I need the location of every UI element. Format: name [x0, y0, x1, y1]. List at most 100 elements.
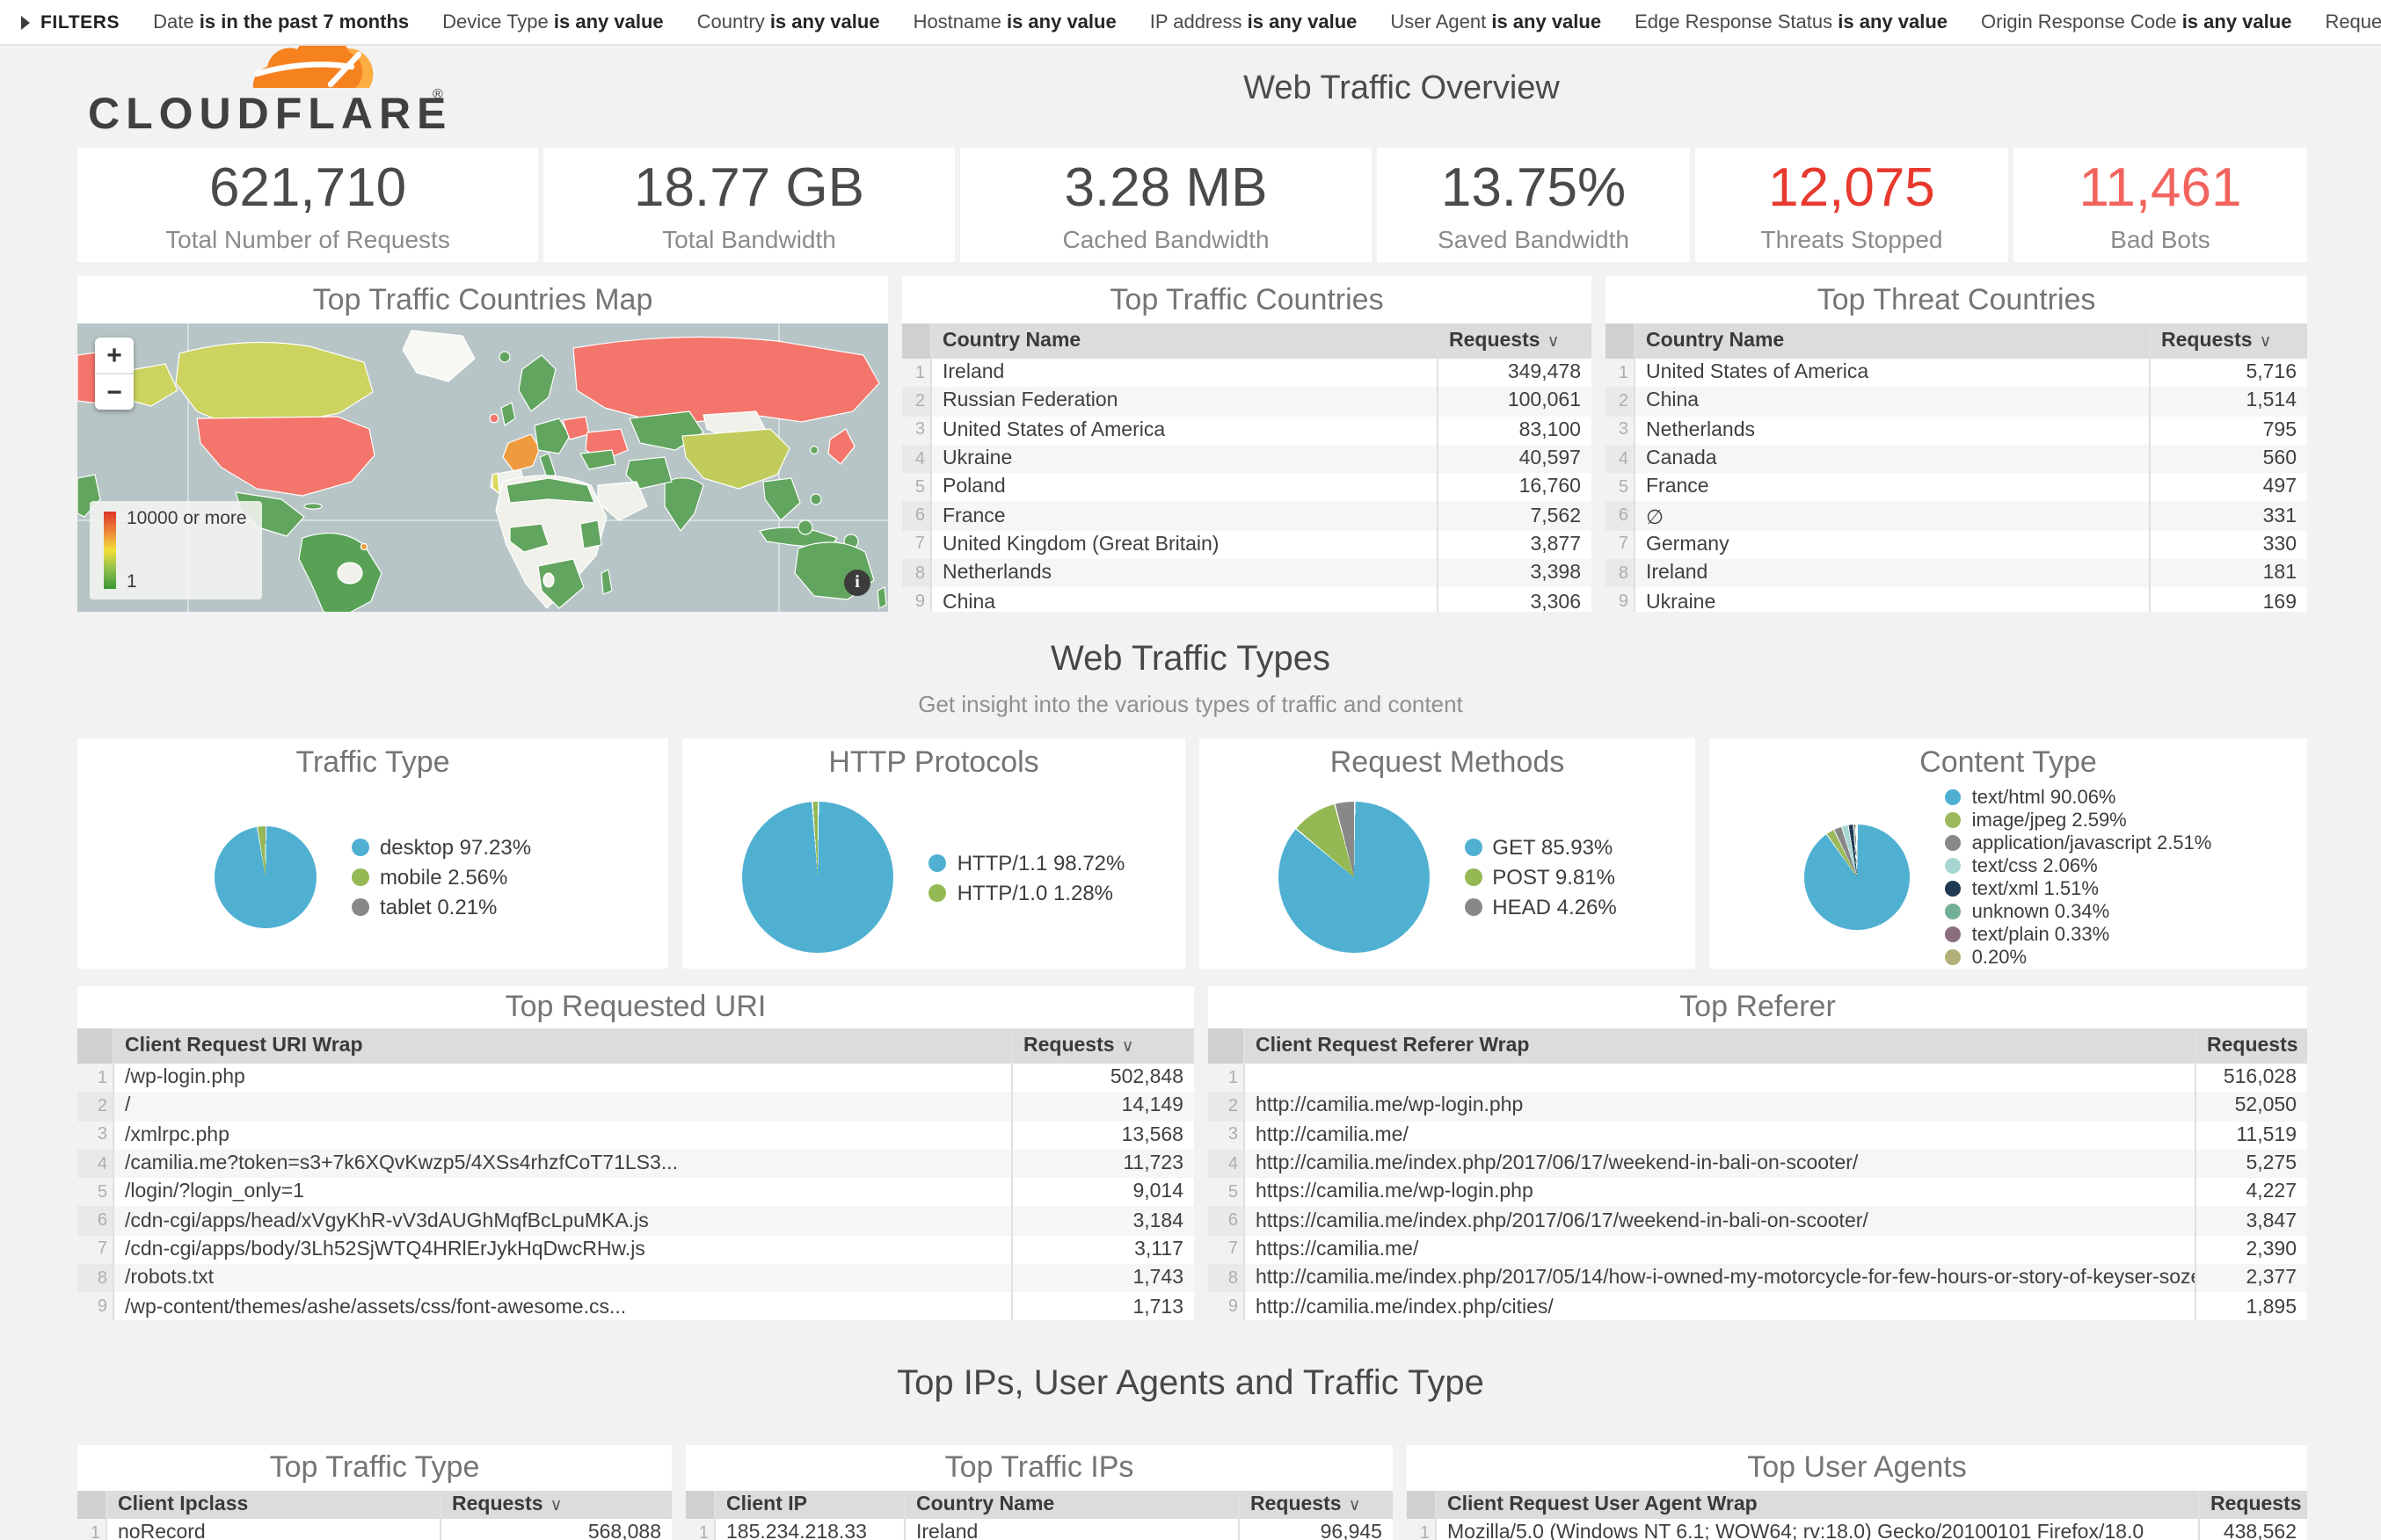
table-cell[interactable]: /robots.txt — [113, 1264, 1011, 1293]
table-cell[interactable]: 795 — [2149, 416, 2307, 445]
table-cell[interactable]: 181 — [2149, 559, 2307, 588]
table-cell[interactable]: http://camilia.me/index.php/2017/05/14/h… — [1243, 1264, 2195, 1293]
table-cell[interactable]: 3,306 — [1437, 588, 1591, 612]
kpi-value[interactable]: 11,461 — [2079, 156, 2241, 220]
table-cell[interactable]: 560 — [2149, 445, 2307, 474]
http-protocols-pie-chart[interactable] — [743, 802, 894, 953]
legend-item[interactable]: 0.20% — [1946, 947, 2212, 968]
table-cell[interactable]: Netherlands — [1634, 416, 2149, 445]
filter-item[interactable]: Device Type is any value — [442, 11, 664, 33]
legend-item[interactable]: text/html 90.06% — [1946, 787, 2212, 808]
table-cell[interactable]: http://camilia.me/index.php/cities/ — [1243, 1293, 2195, 1320]
legend-item[interactable]: application/javascript 2.51% — [1946, 832, 2212, 854]
column-header[interactable]: Country Name — [930, 323, 1437, 359]
table-cell[interactable]: Ukraine — [1634, 588, 2149, 612]
table-cell[interactable]: 3,877 — [1437, 531, 1591, 560]
table-cell[interactable]: 96,945 — [1238, 1519, 1393, 1540]
column-header[interactable]: Requests∨ — [1437, 323, 1591, 359]
sort-chevron-icon[interactable]: ∨ — [1122, 1036, 1134, 1056]
kpi-value[interactable]: 3.28 MB — [1065, 156, 1268, 220]
table-cell[interactable]: 438,562 — [2198, 1519, 2307, 1540]
table-cell[interactable]: http://camilia.me/wp-login.php — [1243, 1093, 2195, 1122]
table-cell[interactable]: 5,275 — [2195, 1150, 2307, 1179]
table-cell[interactable]: /wp-login.php — [113, 1064, 1011, 1093]
kpi-value[interactable]: 12,075 — [1768, 156, 1935, 220]
sort-chevron-icon[interactable]: ∨ — [2260, 331, 2272, 351]
table-cell[interactable]: 11,723 — [1011, 1150, 1194, 1179]
column-header[interactable]: Requests∨ — [440, 1491, 672, 1519]
filter-item[interactable]: Edge Response Status is any value — [1635, 11, 1948, 33]
table-cell[interactable]: 1,713 — [1011, 1293, 1194, 1320]
zoom-in-button[interactable]: + — [95, 338, 134, 373]
legend-item[interactable]: mobile 2.56% — [352, 865, 531, 890]
table-cell[interactable]: United States of America — [1634, 359, 2149, 388]
table-cell[interactable]: Russian Federation — [930, 388, 1437, 417]
table-cell[interactable]: 3,398 — [1437, 559, 1591, 588]
table-cell[interactable]: https://camilia.me/index.php/2017/06/17/… — [1243, 1207, 2195, 1236]
column-header[interactable]: Client Ipclass — [106, 1491, 440, 1519]
table-cell[interactable]: Ireland — [930, 359, 1437, 388]
table-cell[interactable]: Netherlands — [930, 559, 1437, 588]
column-header[interactable]: Requests∨ — [1238, 1491, 1393, 1519]
table-cell[interactable]: http://camilia.me/ — [1243, 1121, 2195, 1150]
table-cell[interactable]: ∅ — [1634, 502, 2149, 531]
table-cell[interactable]: 502,848 — [1011, 1064, 1194, 1093]
table-cell[interactable]: 16,760 — [1437, 473, 1591, 502]
table-cell[interactable]: 516,028 — [2195, 1064, 2307, 1093]
legend-item[interactable]: HEAD 4.26% — [1464, 895, 1616, 919]
table-cell[interactable]: Ireland — [904, 1519, 1238, 1540]
sort-chevron-icon[interactable]: ∨ — [1349, 1495, 1361, 1515]
table-cell[interactable]: United Kingdom (Great Britain) — [930, 531, 1437, 560]
kpi-value[interactable]: 621,710 — [209, 156, 406, 220]
table-cell[interactable]: 3,117 — [1011, 1236, 1194, 1265]
table-cell[interactable]: Ukraine — [930, 445, 1437, 474]
table-cell[interactable]: noRecord — [106, 1519, 440, 1540]
table-cell[interactable]: / — [113, 1093, 1011, 1122]
table-cell[interactable]: China — [1634, 388, 2149, 417]
legend-item[interactable]: text/css 2.06% — [1946, 855, 2212, 876]
table-cell[interactable]: 568,088 — [440, 1519, 672, 1540]
table-cell[interactable]: /wp-content/themes/ashe/assets/css/font-… — [113, 1293, 1011, 1320]
filters-toggle-button[interactable]: FILTERS — [21, 11, 120, 33]
table-cell[interactable]: /cdn-cgi/apps/body/3Lh52SjWTQ4HRlErJykHq… — [113, 1236, 1011, 1265]
filter-item[interactable]: Date is in the past 7 months — [153, 11, 409, 33]
table-cell[interactable]: 11,519 — [2195, 1121, 2307, 1150]
zoom-out-button[interactable]: − — [95, 373, 134, 410]
table-cell[interactable]: https://camilia.me/wp-login.php — [1243, 1178, 2195, 1207]
table-cell[interactable]: http://camilia.me/index.php/2017/06/17/w… — [1243, 1150, 2195, 1179]
column-header[interactable]: Client Request URI Wrap — [113, 1028, 1011, 1064]
table-cell[interactable]: Canada — [1634, 445, 2149, 474]
legend-item[interactable]: HTTP/1.1 98.72% — [929, 850, 1125, 875]
table-cell[interactable]: 13,568 — [1011, 1121, 1194, 1150]
table-cell[interactable]: Mozilla/5.0 (Windows NT 6.1; WOW64; rv:1… — [1435, 1519, 2198, 1540]
table-cell[interactable]: 9,014 — [1011, 1178, 1194, 1207]
kpi-value[interactable]: 18.77 GB — [634, 156, 864, 220]
table-cell[interactable]: 40,597 — [1437, 445, 1591, 474]
table-cell[interactable]: 52,050 — [2195, 1093, 2307, 1122]
table-cell[interactable]: 497 — [2149, 473, 2307, 502]
table-cell[interactable]: /xmlrpc.php — [113, 1121, 1011, 1150]
column-header[interactable]: Requests∨ — [2198, 1491, 2307, 1519]
table-cell[interactable]: United States of America — [930, 416, 1437, 445]
table-cell[interactable]: 4,227 — [2195, 1178, 2307, 1207]
table-cell[interactable]: France — [1634, 473, 2149, 502]
column-header[interactable]: Requests∨ — [2149, 323, 2307, 359]
sort-chevron-icon[interactable]: ∨ — [550, 1495, 563, 1515]
info-icon[interactable]: i — [844, 570, 870, 596]
filter-item[interactable]: Origin Response Code is any value — [1981, 11, 2291, 33]
filter-item[interactable]: Request URI is any value — [2325, 11, 2381, 33]
legend-item[interactable]: desktop 97.23% — [352, 835, 531, 860]
content-type-pie-chart[interactable] — [1805, 824, 1911, 930]
table-cell[interactable]: Germany — [1634, 531, 2149, 560]
column-header[interactable]: Requests∨ — [1011, 1028, 1194, 1064]
filter-item[interactable]: Country is any value — [697, 11, 880, 33]
sort-chevron-icon[interactable]: ∨ — [2305, 1036, 2307, 1056]
legend-item[interactable]: unknown 0.34% — [1946, 901, 2212, 922]
table-cell[interactable]: 2,377 — [2195, 1264, 2307, 1293]
table-cell[interactable]: 100,061 — [1437, 388, 1591, 417]
column-header[interactable]: Country Name — [1634, 323, 2149, 359]
legend-item[interactable]: POST 9.81% — [1464, 865, 1616, 890]
table-cell[interactable]: 3,184 — [1011, 1207, 1194, 1236]
table-cell[interactable]: 5,716 — [2149, 359, 2307, 388]
table-cell[interactable]: 331 — [2149, 502, 2307, 531]
